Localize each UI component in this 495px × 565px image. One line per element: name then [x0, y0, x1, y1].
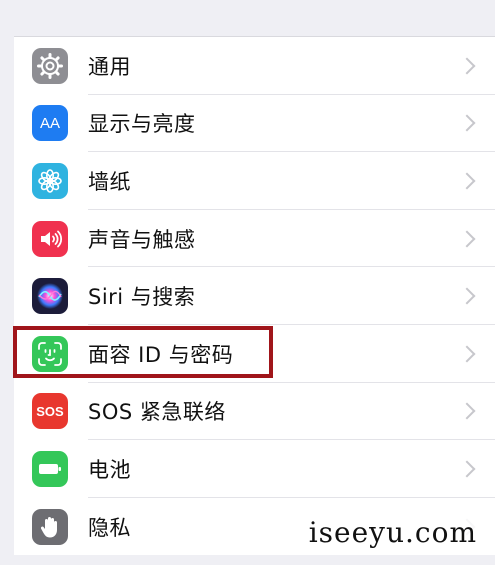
siri-icon — [32, 278, 68, 315]
display-brightness-icon: AA — [32, 105, 68, 142]
settings-item-label: 面容 ID 与密码 — [88, 342, 234, 367]
chevron-right-icon — [458, 57, 476, 75]
settings-item-label: 声音与触感 — [88, 227, 196, 252]
speaker-icon — [32, 220, 68, 257]
settings-item-battery[interactable]: 电池 — [14, 440, 495, 498]
top-spacer — [0, 0, 495, 36]
hand-privacy-icon — [32, 508, 68, 545]
settings-item-wallpaper[interactable]: 墙纸 — [14, 152, 495, 210]
settings-item-display-brightness[interactable]: AA 显示与亮度 — [14, 95, 495, 153]
settings-item-label: 电池 — [88, 457, 131, 482]
sos-icon: SOS — [32, 393, 68, 430]
watermark: iseeyu.com — [304, 516, 481, 549]
settings-item-label: SOS 紧急联络 — [88, 400, 226, 425]
settings-item-label: 隐私 — [88, 515, 131, 540]
settings-item-emergency-sos[interactable]: SOS SOS 紧急联络 — [14, 383, 495, 441]
chevron-right-icon — [458, 230, 476, 248]
battery-icon — [32, 450, 68, 487]
settings-item-siri-search[interactable]: Siri 与搜索 — [14, 267, 495, 325]
settings-item-label: 通用 — [88, 54, 131, 79]
settings-item-general[interactable]: 通用 — [14, 37, 495, 95]
chevron-right-icon — [458, 402, 476, 420]
gear-icon — [32, 47, 68, 84]
face-id-icon — [32, 335, 68, 372]
chevron-right-icon — [458, 114, 476, 132]
chevron-right-icon — [458, 287, 476, 305]
wallpaper-flower-icon — [32, 162, 68, 199]
settings-item-sounds-haptics[interactable]: 声音与触感 — [14, 210, 495, 268]
settings-item-label: Siri 与搜索 — [88, 285, 196, 310]
chevron-right-icon — [458, 172, 476, 190]
chevron-right-icon — [458, 345, 476, 363]
settings-item-face-id-passcode[interactable]: 面容 ID 与密码 — [14, 325, 495, 383]
settings-list: 通用 AA 显示与亮度 墙纸 声音与触感 Siri 与搜索 面容 ID 与密码 … — [14, 36, 495, 556]
chevron-right-icon — [458, 460, 476, 478]
settings-item-label: 墙纸 — [88, 169, 131, 194]
settings-item-label: 显示与亮度 — [88, 112, 196, 137]
